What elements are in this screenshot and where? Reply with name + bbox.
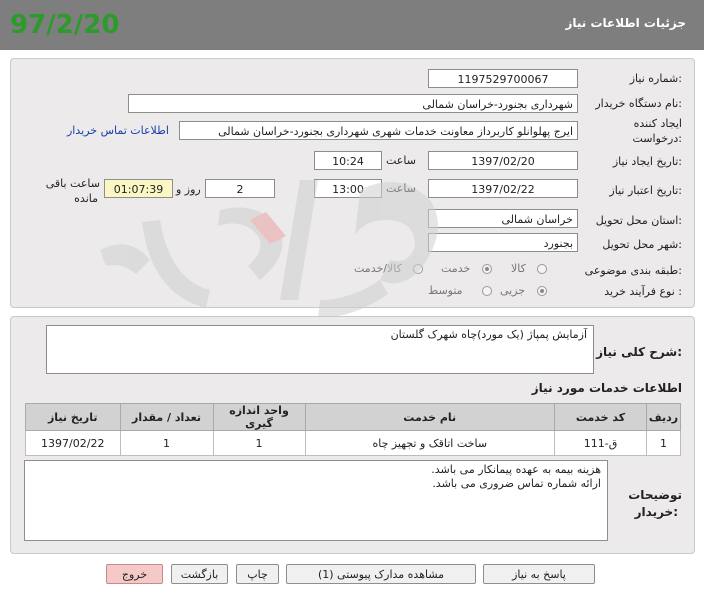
process-option-minor-radio[interactable] bbox=[537, 286, 547, 296]
summary-field[interactable]: آزمایش پمپاژ (یک مورد)چاه شهرک گلستان bbox=[46, 325, 594, 374]
buyer-notes-field[interactable]: هزینه بیمه به عهده پیمانکار می باشد. ارا… bbox=[24, 460, 608, 541]
table-row: 1397/02/22 1 1 ساخت اتاقک و تجهیز چاه ق-… bbox=[25, 430, 681, 456]
buyer-notes-line1: هزینه بیمه به عهده پیمانکار می باشد. bbox=[431, 463, 601, 476]
page-title: جزئیات اطلاعات نیاز bbox=[565, 16, 686, 30]
category-option-goods-radio[interactable] bbox=[537, 264, 547, 274]
created-date-field[interactable]: 1397/02/20 bbox=[428, 151, 578, 170]
process-option-minor-label: جزیی bbox=[500, 284, 526, 297]
col-date-header: تاریخ نیاز bbox=[25, 403, 121, 431]
process-option-medium-label: متوسط bbox=[428, 284, 463, 297]
requester-label-line2: درخواست: bbox=[632, 132, 683, 145]
validity-time-field[interactable]: 13:00 bbox=[314, 179, 382, 198]
province-field[interactable]: خراسان شمالی bbox=[428, 209, 578, 228]
col-unit-header: واحد اندازه گیری bbox=[212, 403, 306, 431]
exit-button[interactable]: خروج bbox=[106, 564, 163, 584]
buyer-notes-line2: ارائه شماره تماس ضروری می باشد. bbox=[432, 477, 601, 490]
buyer-notes-label-line2: خریدار: bbox=[634, 505, 678, 519]
process-option-medium-radio[interactable] bbox=[482, 286, 492, 296]
services-title: اطلاعات خدمات مورد نیاز bbox=[531, 381, 682, 395]
cell-qty: 1 bbox=[119, 430, 214, 456]
remaining-label-line1: ساعت باقی bbox=[45, 177, 100, 190]
category-label: طبقه بندی موضوعی: bbox=[584, 264, 682, 277]
category-option-both-label: کالا/خدمت bbox=[354, 262, 402, 275]
buyer-org-field[interactable]: شهرداری بجنورد-خراسان شمالی bbox=[128, 94, 578, 113]
created-time-label: ساعت bbox=[386, 154, 416, 167]
header-date: 97/2/20 bbox=[10, 10, 120, 40]
col-qty-header: تعداد / مقدار bbox=[119, 403, 214, 431]
cell-name: ساخت اتاقک و تجهیز چاه bbox=[304, 430, 555, 456]
buyer-org-label: نام دستگاه خریدار: bbox=[595, 97, 682, 110]
services-table: تاریخ نیاز تعداد / مقدار واحد اندازه گیر… bbox=[25, 403, 681, 456]
days-label: روز و bbox=[176, 183, 201, 196]
print-button[interactable]: چاپ bbox=[236, 564, 279, 584]
remaining-time-field: 01:07:39 bbox=[104, 179, 173, 198]
reply-button[interactable]: پاسخ به نیاز bbox=[483, 564, 595, 584]
category-option-service-radio[interactable] bbox=[482, 264, 492, 274]
category-option-both-radio[interactable] bbox=[413, 264, 423, 274]
cell-row: 1 bbox=[646, 430, 681, 456]
summary-label: شرح کلی نیاز: bbox=[596, 345, 682, 359]
requester-field[interactable]: ایرج پهلوانلو کاربرداز معاونت خدمات شهری… bbox=[179, 121, 578, 140]
validity-time-label: ساعت bbox=[386, 182, 416, 195]
remaining-days-field[interactable]: 2 bbox=[205, 179, 275, 198]
city-label: شهر محل تحویل: bbox=[602, 238, 682, 251]
cell-code: ق-111 bbox=[553, 430, 648, 456]
col-name-header: نام خدمت bbox=[304, 403, 555, 431]
created-date-label: تاریخ ایجاد نیاز: bbox=[612, 155, 682, 168]
cell-date: 1397/02/22 bbox=[25, 430, 121, 456]
requester-label-line1: ایجاد کننده bbox=[633, 117, 682, 130]
col-code-header: کد خدمت bbox=[553, 403, 648, 431]
buyer-contact-link[interactable]: اطلاعات تماس خریدار bbox=[67, 124, 169, 137]
province-label: استان محل تحویل: bbox=[595, 214, 682, 227]
category-option-service-label: خدمت bbox=[441, 262, 471, 275]
need-number-label: شماره نیاز: bbox=[629, 72, 682, 85]
back-button[interactable]: بازگشت bbox=[171, 564, 228, 584]
validity-date-field[interactable]: 1397/02/22 bbox=[428, 179, 578, 198]
validity-date-label: تاریخ اعتبار نیاز: bbox=[609, 184, 682, 197]
view-attachments-button[interactable]: مشاهده مدارک پیوستی (1) bbox=[286, 564, 476, 584]
category-option-goods-label: کالا bbox=[511, 262, 526, 275]
remaining-label-line2: مانده bbox=[74, 192, 98, 205]
city-field[interactable]: بجنورد bbox=[428, 233, 578, 252]
cell-unit: 1 bbox=[212, 430, 306, 456]
need-number-field[interactable]: 1197529700067 bbox=[428, 69, 578, 88]
col-row-header: ردیف bbox=[646, 403, 681, 431]
created-time-field[interactable]: 10:24 bbox=[314, 151, 382, 170]
process-type-label: نوع فرآیند خرید : bbox=[604, 285, 682, 298]
buyer-notes-label-line1: توضیحات bbox=[628, 488, 682, 502]
